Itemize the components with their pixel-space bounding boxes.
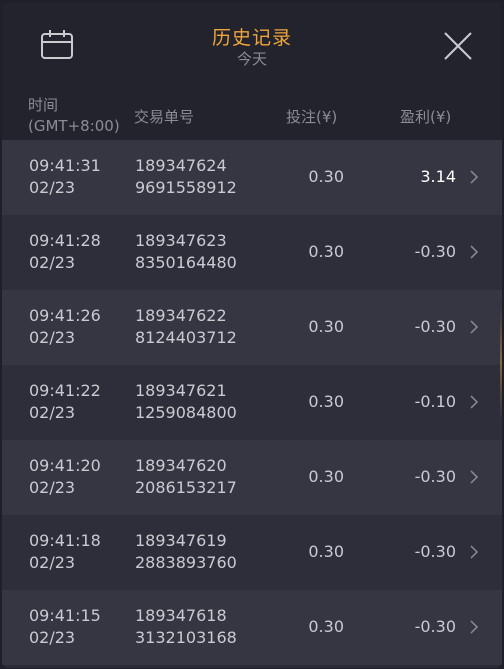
- row-profit: -0.30: [414, 542, 456, 561]
- row-date: 02/23: [29, 403, 76, 422]
- row-timestamp: 09:41:18 02/23: [29, 530, 101, 574]
- row-bet: 0.30: [308, 242, 344, 261]
- header: 历史记录 今天: [2, 2, 502, 90]
- title-block: 历史记录 今天: [2, 27, 502, 68]
- row-bet: 0.30: [308, 392, 344, 411]
- history-list: 09:41:31 02/23 189347624 9691558912 0.30…: [2, 140, 502, 665]
- history-row[interactable]: 09:41:31 02/23 189347624 9691558912 0.30…: [2, 140, 502, 215]
- history-row[interactable]: 09:41:26 02/23 189347622 8124403712 0.30…: [2, 290, 502, 365]
- row-timestamp: 09:41:26 02/23: [29, 305, 101, 349]
- row-bet: 0.30: [308, 542, 344, 561]
- row-trade-id-part2: 3132103168: [135, 628, 237, 647]
- row-trade-id-part2: 1259084800: [135, 403, 237, 422]
- row-timestamp: 09:41:22 02/23: [29, 380, 101, 424]
- row-date: 02/23: [29, 628, 76, 647]
- chevron-right-icon: [470, 395, 479, 409]
- row-time: 09:41:20: [29, 456, 101, 475]
- row-trade-id: 189347618 3132103168: [135, 605, 237, 649]
- row-time: 09:41:15: [29, 606, 101, 625]
- row-time: 09:41:26: [29, 306, 101, 325]
- row-trade-id: 189347622 8124403712: [135, 305, 237, 349]
- row-trade-id-part1: 189347619: [135, 531, 227, 550]
- row-trade-id-part2: 8350164480: [135, 253, 237, 272]
- column-header: 时间 (GMT+8:00) 交易单号 投注(¥) 盈利(¥): [2, 90, 502, 140]
- row-profit: -0.30: [414, 467, 456, 486]
- column-trade-id: 交易单号: [134, 108, 195, 126]
- row-timestamp: 09:41:28 02/23: [29, 230, 101, 274]
- row-profit: -0.30: [414, 317, 456, 336]
- row-bet: 0.30: [308, 467, 344, 486]
- row-time: 09:41:18: [29, 531, 101, 550]
- row-time: 09:41:28: [29, 231, 101, 250]
- row-trade-id-part2: 2086153217: [135, 478, 237, 497]
- row-trade-id-part1: 189347621: [135, 381, 227, 400]
- column-time-zone: (GMT+8:00): [28, 117, 120, 135]
- row-date: 02/23: [29, 178, 76, 197]
- history-row[interactable]: 09:41:15 02/23 189347618 3132103168 0.30…: [2, 590, 502, 665]
- row-time: 09:41:31: [29, 156, 101, 175]
- row-profit: -0.30: [414, 617, 456, 636]
- row-time: 09:41:22: [29, 381, 101, 400]
- row-date: 02/23: [29, 328, 76, 347]
- row-bet: 0.30: [308, 317, 344, 336]
- column-bet: 投注(¥): [286, 108, 338, 126]
- row-profit: -0.10: [414, 392, 456, 411]
- history-row[interactable]: 09:41:28 02/23 189347623 8350164480 0.30…: [2, 215, 502, 290]
- row-trade-id-part1: 189347622: [135, 306, 227, 325]
- row-timestamp: 09:41:20 02/23: [29, 455, 101, 499]
- row-trade-id-part1: 189347618: [135, 606, 227, 625]
- history-row[interactable]: 09:41:20 02/23 189347620 2086153217 0.30…: [2, 440, 502, 515]
- row-trade-id-part2: 9691558912: [135, 178, 237, 197]
- row-profit: 3.14: [420, 167, 456, 186]
- history-row[interactable]: 09:41:18 02/23 189347619 2883893760 0.30…: [2, 515, 502, 590]
- row-timestamp: 09:41:15 02/23: [29, 605, 101, 649]
- row-trade-id-part2: 8124403712: [135, 328, 237, 347]
- row-date: 02/23: [29, 553, 76, 572]
- row-profit: -0.30: [414, 242, 456, 261]
- row-trade-id-part1: 189347624: [135, 156, 227, 175]
- close-button[interactable]: [440, 28, 476, 64]
- chevron-right-icon: [470, 245, 479, 259]
- edge-highlight: [500, 302, 502, 422]
- row-timestamp: 09:41:31 02/23: [29, 155, 101, 199]
- row-date: 02/23: [29, 478, 76, 497]
- row-trade-id-part1: 189347620: [135, 456, 227, 475]
- chevron-right-icon: [470, 470, 479, 484]
- chevron-right-icon: [470, 545, 479, 559]
- column-time-label: 时间: [28, 96, 59, 114]
- row-trade-id: 189347621 1259084800: [135, 380, 237, 424]
- row-bet: 0.30: [308, 617, 344, 636]
- column-time: 时间 (GMT+8:00): [28, 95, 120, 137]
- row-trade-id: 189347620 2086153217: [135, 455, 237, 499]
- row-trade-id: 189347624 9691558912: [135, 155, 237, 199]
- chevron-right-icon: [470, 620, 479, 634]
- row-bet: 0.30: [308, 167, 344, 186]
- close-icon: [444, 32, 472, 60]
- page-subtitle: 今天: [236, 50, 267, 68]
- row-trade-id-part1: 189347623: [135, 231, 227, 250]
- column-profit: 盈利(¥): [400, 108, 452, 126]
- history-panel: 历史记录 今天 时间 (GMT+8:00) 交易单号 投注(¥) 盈利(¥) 0…: [2, 2, 502, 668]
- history-row[interactable]: 09:41:22 02/23 189347621 1259084800 0.30…: [2, 365, 502, 440]
- row-date: 02/23: [29, 253, 76, 272]
- row-trade-id-part2: 2883893760: [135, 553, 237, 572]
- row-trade-id: 189347623 8350164480: [135, 230, 237, 274]
- chevron-right-icon: [470, 320, 479, 334]
- chevron-right-icon: [470, 170, 479, 184]
- page-title: 历史记录: [211, 27, 292, 49]
- row-trade-id: 189347619 2883893760: [135, 530, 237, 574]
